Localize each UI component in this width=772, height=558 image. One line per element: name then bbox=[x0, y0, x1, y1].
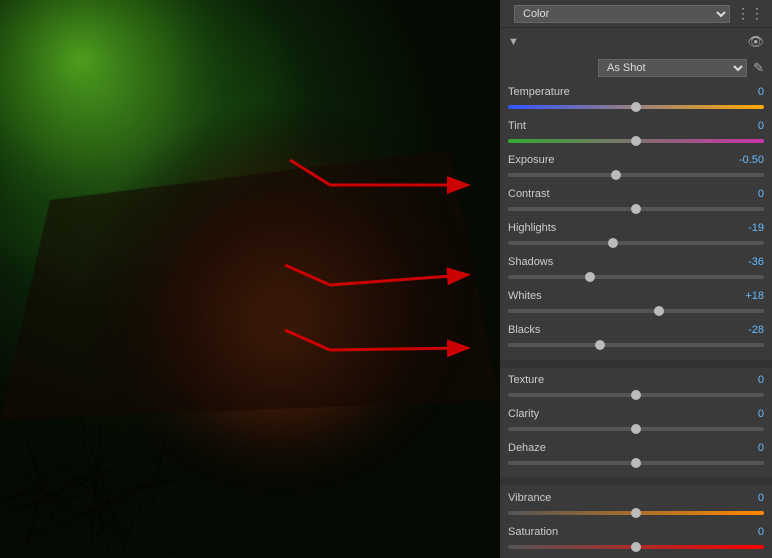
profile-select[interactable]: Color Monochrome bbox=[514, 5, 730, 23]
slider-value-exposure: -0.50 bbox=[732, 154, 764, 166]
slider-label-vibrance: Vibrance bbox=[508, 492, 551, 504]
slider-label-highlights: Highlights bbox=[508, 222, 556, 234]
detail-sliders: Texture 0 Clarity 0 Dehaze 0 bbox=[500, 372, 772, 474]
slider-label-saturation: Saturation bbox=[508, 526, 558, 538]
slider-label-clarity: Clarity bbox=[508, 408, 539, 420]
slider-value-temperature: 0 bbox=[732, 86, 764, 98]
white-balance-select[interactable]: As Shot Auto Daylight Custom bbox=[598, 59, 747, 77]
white-balance-row: As Shot Auto Daylight Custom ✎ bbox=[500, 56, 772, 80]
slider-label-blacks: Blacks bbox=[508, 324, 540, 336]
slider-row-clarity: Clarity 0 bbox=[500, 406, 772, 440]
slider-row-highlights: Highlights -19 bbox=[500, 220, 772, 254]
slider-row-tint: Tint 0 bbox=[500, 118, 772, 152]
photo-canvas bbox=[0, 0, 500, 558]
slider-row-saturation: Saturation 0 bbox=[500, 524, 772, 558]
slider-thumb-tint[interactable] bbox=[631, 136, 641, 146]
slider-thumb-temperature[interactable] bbox=[631, 102, 641, 112]
divider-1 bbox=[500, 360, 772, 368]
slider-track-contrast[interactable] bbox=[508, 202, 764, 216]
slider-track-clarity[interactable] bbox=[508, 422, 764, 436]
slider-row-blacks: Blacks -28 bbox=[500, 322, 772, 356]
slider-track-texture[interactable] bbox=[508, 388, 764, 402]
slider-thumb-blacks[interactable] bbox=[595, 340, 605, 350]
slider-row-temperature: Temperature 0 bbox=[500, 84, 772, 118]
slider-label-tint: Tint bbox=[508, 120, 526, 132]
slider-label-whites: Whites bbox=[508, 290, 542, 302]
slider-track-tint[interactable] bbox=[508, 134, 764, 148]
slider-value-whites: +18 bbox=[732, 290, 764, 302]
basic-sliders: Temperature 0 Tint 0 Exposure -0.50 Contrast 0 H… bbox=[500, 84, 772, 356]
slider-value-contrast: 0 bbox=[732, 188, 764, 200]
slider-track-exposure[interactable] bbox=[508, 168, 764, 182]
slider-track-temperature[interactable] bbox=[508, 100, 764, 114]
slider-value-blacks: -28 bbox=[732, 324, 764, 336]
profile-row: Color Monochrome ⋮⋮ bbox=[500, 0, 772, 28]
slider-value-clarity: 0 bbox=[732, 408, 764, 420]
slider-label-contrast: Contrast bbox=[508, 188, 550, 200]
slider-track-shadows[interactable] bbox=[508, 270, 764, 284]
slider-track-saturation[interactable] bbox=[508, 540, 764, 554]
divider-2 bbox=[500, 478, 772, 486]
slider-thumb-contrast[interactable] bbox=[631, 204, 641, 214]
slider-row-dehaze: Dehaze 0 bbox=[500, 440, 772, 474]
collapse-arrow-icon[interactable]: ▼ bbox=[508, 36, 519, 48]
basic-section-header: ▼ 👁 bbox=[500, 28, 772, 56]
slider-thumb-exposure[interactable] bbox=[611, 170, 621, 180]
photo-area bbox=[0, 0, 500, 558]
eye-icon[interactable]: 👁 bbox=[747, 34, 764, 50]
slider-thumb-vibrance[interactable] bbox=[631, 508, 641, 518]
right-panel: Color Monochrome ⋮⋮ ▼ 👁 As Shot Auto Day… bbox=[500, 0, 772, 558]
grid-icon[interactable]: ⋮⋮ bbox=[736, 5, 764, 22]
slider-thumb-whites[interactable] bbox=[654, 306, 664, 316]
slider-thumb-clarity[interactable] bbox=[631, 424, 641, 434]
slider-track-vibrance[interactable] bbox=[508, 506, 764, 520]
slider-label-dehaze: Dehaze bbox=[508, 442, 546, 454]
slider-row-vibrance: Vibrance 0 bbox=[500, 490, 772, 524]
slider-label-shadows: Shadows bbox=[508, 256, 553, 268]
slider-thumb-highlights[interactable] bbox=[608, 238, 618, 248]
slider-track-dehaze[interactable] bbox=[508, 456, 764, 470]
slider-thumb-texture[interactable] bbox=[631, 390, 641, 400]
slider-row-texture: Texture 0 bbox=[500, 372, 772, 406]
slider-row-shadows: Shadows -36 bbox=[500, 254, 772, 288]
slider-thumb-shadows[interactable] bbox=[585, 272, 595, 282]
slider-row-contrast: Contrast 0 bbox=[500, 186, 772, 220]
slider-track-highlights[interactable] bbox=[508, 236, 764, 250]
eyedropper-icon[interactable]: ✎ bbox=[753, 60, 764, 76]
slider-value-shadows: -36 bbox=[732, 256, 764, 268]
slider-label-temperature: Temperature bbox=[508, 86, 570, 98]
slider-label-exposure: Exposure bbox=[508, 154, 554, 166]
slider-value-texture: 0 bbox=[732, 374, 764, 386]
slider-value-tint: 0 bbox=[732, 120, 764, 132]
slider-value-saturation: 0 bbox=[732, 526, 764, 538]
slider-track-blacks[interactable] bbox=[508, 338, 764, 352]
color-sliders: Vibrance 0 Saturation 0 bbox=[500, 490, 772, 558]
slider-row-whites: Whites +18 bbox=[500, 288, 772, 322]
slider-value-dehaze: 0 bbox=[732, 442, 764, 454]
slider-label-texture: Texture bbox=[508, 374, 544, 386]
slider-thumb-dehaze[interactable] bbox=[631, 458, 641, 468]
slider-track-whites[interactable] bbox=[508, 304, 764, 318]
slider-row-exposure: Exposure -0.50 bbox=[500, 152, 772, 186]
slider-value-highlights: -19 bbox=[732, 222, 764, 234]
slider-thumb-saturation[interactable] bbox=[631, 542, 641, 552]
slider-value-vibrance: 0 bbox=[732, 492, 764, 504]
